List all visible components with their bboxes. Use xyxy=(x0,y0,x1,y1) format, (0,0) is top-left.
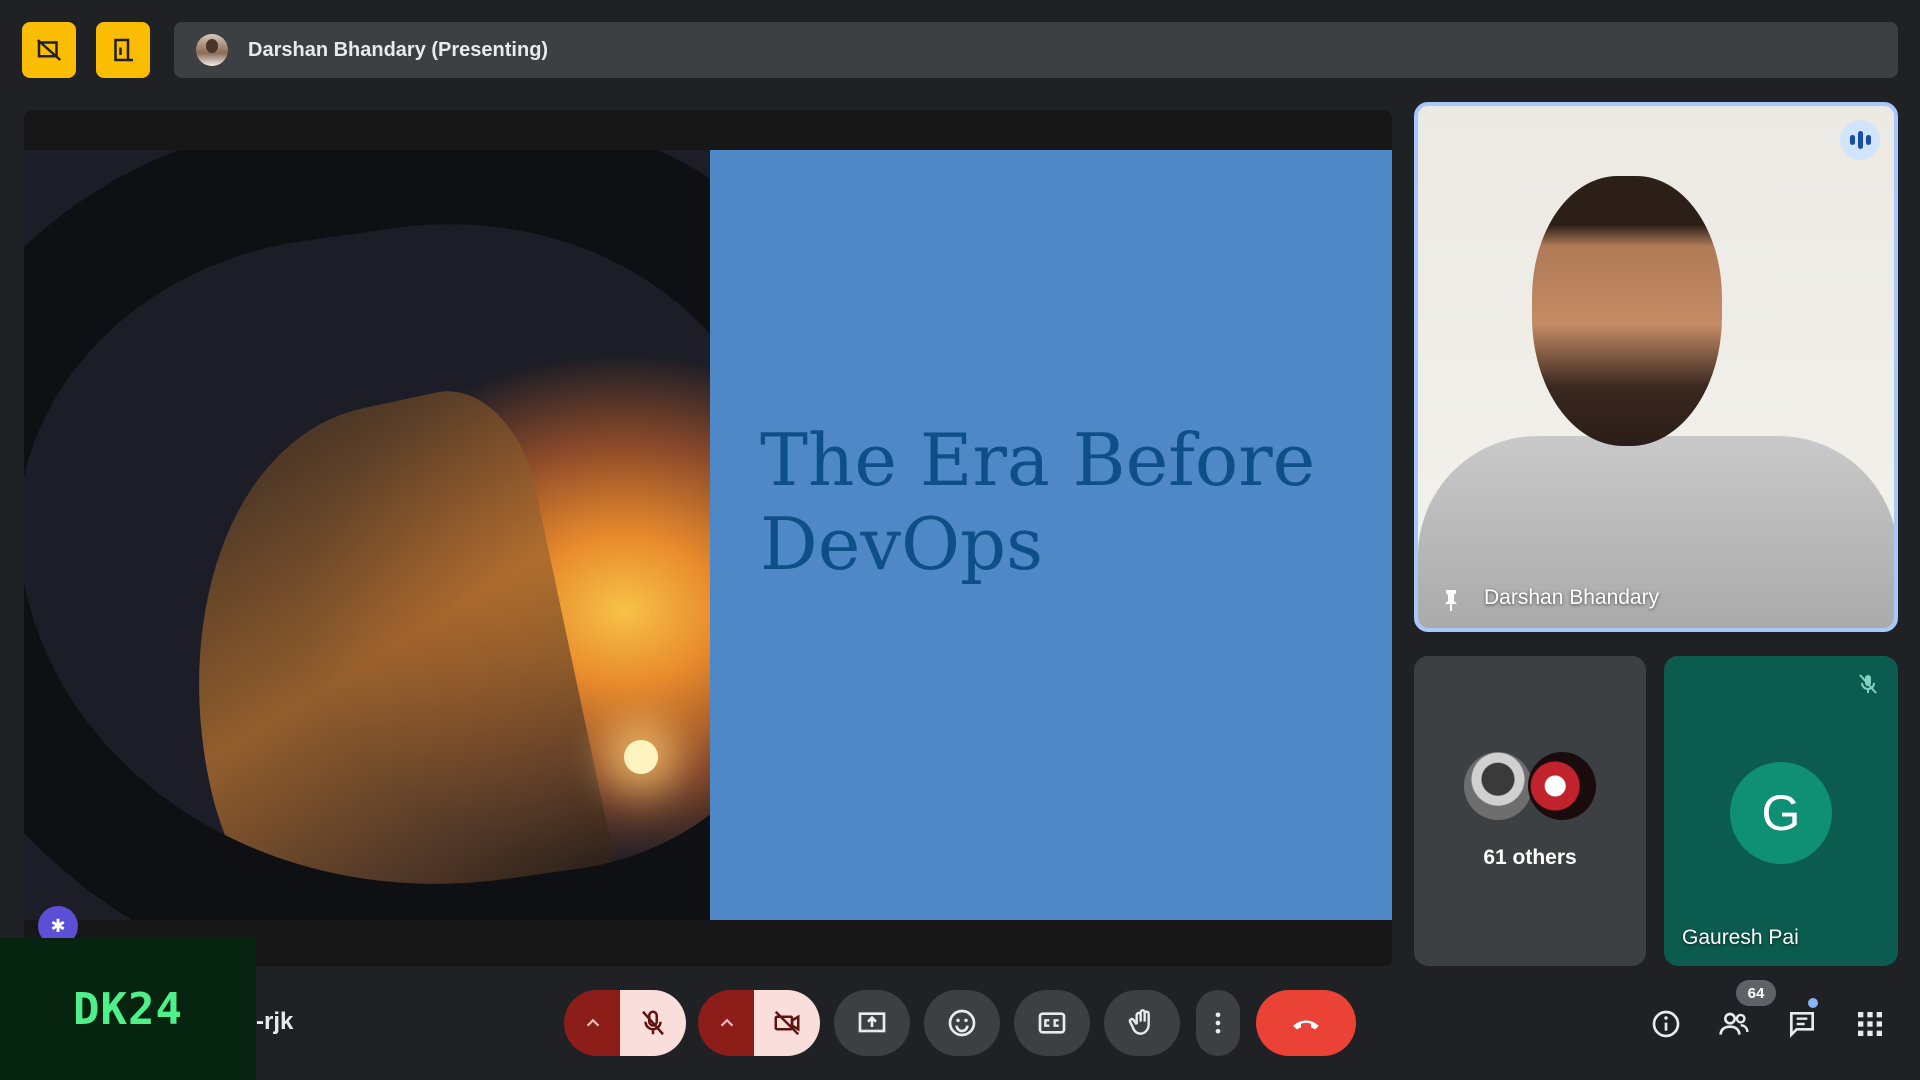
speaker-video-head xyxy=(1532,176,1722,446)
meet-window: Darshan Bhandary (Presenting) The Era Be… xyxy=(0,0,1920,1080)
info-icon xyxy=(1652,1010,1680,1038)
speaking-indicator-icon xyxy=(1840,120,1880,160)
avatar xyxy=(1464,752,1532,820)
presentation-slide: The Era Before DevOps xyxy=(24,150,1392,920)
people-button[interactable] xyxy=(1714,1004,1754,1044)
avatar: G xyxy=(1730,762,1832,864)
call-end-icon xyxy=(1293,1020,1319,1030)
brand-text: DK24 xyxy=(73,983,183,1035)
presenting-banner: Darshan Bhandary (Presenting) xyxy=(174,22,1898,78)
audio-settings-button[interactable] xyxy=(564,990,622,1056)
more-options-button[interactable] xyxy=(1196,990,1240,1056)
pip-icon-button[interactable] xyxy=(96,22,150,78)
microphone-toggle-button[interactable] xyxy=(620,990,686,1056)
speaker-tile[interactable]: Darshan Bhandary xyxy=(1414,102,1898,632)
mic-off-icon xyxy=(1859,674,1877,694)
stop-presenting-icon-button[interactable] xyxy=(22,22,76,78)
meeting-details-button[interactable] xyxy=(1646,1004,1686,1044)
chat-button[interactable] xyxy=(1782,1004,1822,1044)
others-count-label: 61 others xyxy=(1483,846,1577,869)
pin-icon[interactable] xyxy=(1442,588,1460,612)
apps-grid-icon xyxy=(1858,1012,1882,1036)
participant-tile-gauresh[interactable]: G Gauresh Pai xyxy=(1664,656,1898,966)
reactions-button[interactable] xyxy=(924,990,1000,1056)
activities-button[interactable] xyxy=(1850,1004,1890,1044)
camera-off-icon xyxy=(774,1010,800,1036)
raise-hand-button[interactable] xyxy=(1104,990,1180,1056)
mic-off-icon xyxy=(642,1010,664,1036)
participant-count-badge: 64 xyxy=(1736,980,1776,1006)
unread-indicator xyxy=(1808,998,1818,1008)
hand-icon xyxy=(1128,1009,1150,1035)
slide-title: The Era Before DevOps xyxy=(760,418,1360,586)
brand-logo: DK24 xyxy=(0,938,256,1080)
door-icon xyxy=(114,38,133,62)
shared-screen: The Era Before DevOps ✱ xyxy=(24,110,1392,966)
closed-captions-icon xyxy=(1038,1012,1066,1034)
avatar xyxy=(1528,752,1596,820)
people-icon xyxy=(1719,1012,1749,1035)
chevron-up-icon xyxy=(720,1018,734,1027)
participant-name: Gauresh Pai xyxy=(1682,926,1799,949)
presenter-label: Darshan Bhandary (Presenting) xyxy=(248,38,549,61)
slide-title-line-2: DevOps xyxy=(760,502,1044,586)
chat-icon xyxy=(1790,1012,1814,1038)
speaker-name: Darshan Bhandary xyxy=(1484,586,1660,609)
others-tile[interactable]: 61 others xyxy=(1414,656,1646,966)
more-vert-icon xyxy=(1215,1012,1221,1034)
present-off-icon xyxy=(36,39,62,61)
emoji-icon xyxy=(948,1009,976,1037)
leave-call-button[interactable] xyxy=(1256,990,1356,1056)
chevron-up-icon xyxy=(586,1018,600,1027)
slide-photo-mirror-sunset xyxy=(24,150,710,920)
mirror-frame xyxy=(24,150,710,920)
avatar xyxy=(196,34,228,66)
camera-toggle-button[interactable] xyxy=(754,990,820,1056)
video-settings-button[interactable] xyxy=(698,990,756,1056)
captions-button[interactable] xyxy=(1014,990,1090,1056)
slide-title-line-1: The Era Before xyxy=(760,418,1316,502)
meeting-code: -rjk xyxy=(256,1008,294,1035)
present-to-all-icon xyxy=(858,1012,886,1033)
present-screen-button[interactable] xyxy=(834,990,910,1056)
